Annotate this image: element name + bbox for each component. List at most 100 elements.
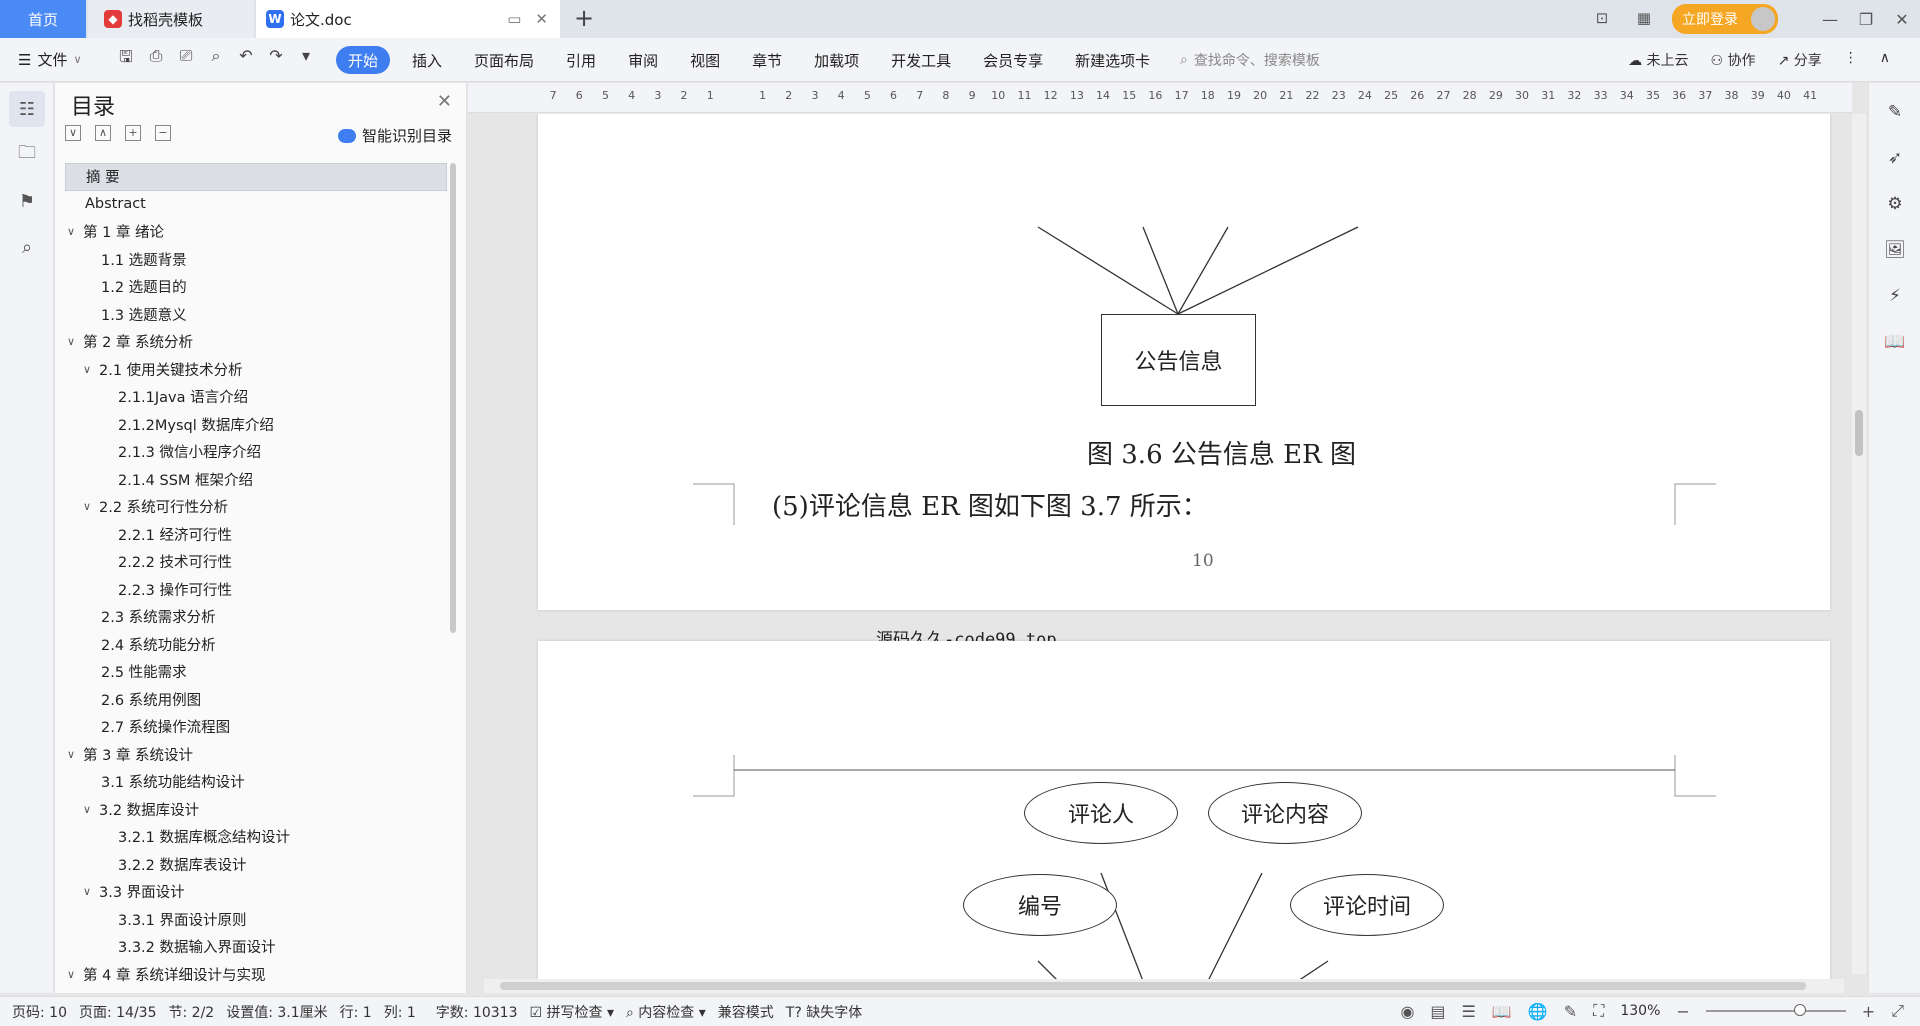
cloud-status-button[interactable]: ☁ 未上云	[1628, 50, 1688, 70]
image-edit-icon[interactable]: 🖼	[1880, 235, 1910, 265]
zoom-out-icon[interactable]: −	[1676, 1002, 1689, 1021]
redo-icon[interactable]: ↷	[266, 46, 286, 73]
remove-item-icon[interactable]: −	[155, 125, 171, 141]
toc-item[interactable]: 2.2.1 经济可行性	[65, 521, 447, 549]
file-menu[interactable]: ☰ 文件 ∨	[0, 49, 106, 70]
toc-item[interactable]: ∨ 2.2 系统可行性分析	[65, 493, 447, 521]
undo-icon[interactable]: ↶	[236, 46, 256, 73]
export-pdf-icon[interactable]: ⎙	[146, 46, 166, 73]
toc-item[interactable]: 3.2.1 数据库概念结构设计	[65, 823, 447, 851]
toc-item[interactable]: Abstract	[65, 191, 447, 219]
settings-sliders-icon[interactable]: ⚙	[1880, 189, 1910, 219]
plugin-icon[interactable]: ⚡	[1880, 281, 1910, 311]
print-preview-icon[interactable]: ⌕	[206, 46, 226, 73]
zoom-level[interactable]: 130%	[1620, 1003, 1660, 1019]
toc-item[interactable]: 2.2.2 技术可行性	[65, 548, 447, 576]
toc-item[interactable]: 摘 要	[65, 163, 447, 191]
chevron-down-icon[interactable]: ∨	[67, 968, 83, 981]
customize-icon[interactable]: ▾	[296, 46, 316, 73]
toc-item[interactable]: 3.1 系统功能结构设计	[65, 768, 447, 796]
toc-item[interactable]: ∨ 第 4 章 系统详细设计与实现	[65, 961, 447, 989]
spell-check-button[interactable]: ☑ 拼写检查 ▾	[530, 1002, 615, 1022]
minimize-icon[interactable]: —	[1812, 10, 1848, 29]
horizontal-scroll-thumb[interactable]	[500, 982, 1806, 990]
ribbon-tab-2[interactable]: 页面布局	[458, 46, 550, 74]
toc-item[interactable]: 2.1.1Java 语言介绍	[65, 383, 447, 411]
layout-icon[interactable]: ⊡	[1588, 9, 1616, 29]
ribbon-tab-9[interactable]: 会员专享	[967, 46, 1059, 74]
chapter-nav-icon[interactable]: 🗀	[9, 137, 45, 173]
toc-item[interactable]: 1.3 选题意义	[65, 301, 447, 329]
chevron-down-icon[interactable]: ∨	[83, 363, 99, 376]
zoom-slider[interactable]	[1705, 1004, 1846, 1016]
toc-item[interactable]: ∨ 2.1 使用关键技术分析	[65, 356, 447, 384]
search-panel-icon[interactable]: ⌕	[9, 229, 45, 265]
apps-grid-icon[interactable]: ▦	[1630, 9, 1658, 29]
toc-item[interactable]: ∨ 第 1 章 绪论	[65, 218, 447, 246]
document-page-next[interactable]: 评论人 评论内容 编号 评论时间	[538, 641, 1830, 979]
toc-item[interactable]: 3.2.2 数据库表设计	[65, 851, 447, 879]
vertical-scroll-thumb[interactable]	[1855, 410, 1863, 456]
more-icon[interactable]: ⋮	[1844, 50, 1858, 70]
ribbon-tab-3[interactable]: 引用	[550, 46, 612, 74]
pin-tab-icon[interactable]: ▭	[507, 10, 521, 28]
select-cursor-icon[interactable]: ➶	[1880, 143, 1910, 173]
ribbon-tab-8[interactable]: 开发工具	[875, 46, 967, 74]
eye-protect-icon[interactable]: ◉	[1400, 1002, 1414, 1021]
book-icon[interactable]: 📖	[1880, 327, 1910, 357]
status-words[interactable]: 字数: 10313	[436, 1002, 518, 1022]
toc-item[interactable]: 3.3.2 数据输入界面设计	[65, 933, 447, 961]
write-mode-icon[interactable]: ✎	[1564, 1002, 1577, 1021]
chevron-down-icon[interactable]: ∨	[83, 803, 99, 816]
toc-item[interactable]: 2.4 系统功能分析	[65, 631, 447, 659]
close-icon[interactable]: ✕	[437, 91, 452, 112]
ribbon-tab-1[interactable]: 插入	[396, 46, 458, 74]
missing-font-button[interactable]: T? 缺失字体	[786, 1002, 862, 1022]
toc-item[interactable]: 2.7 系统操作流程图	[65, 713, 447, 741]
collapse-all-icon[interactable]: ∨	[65, 125, 81, 141]
smart-toc-button[interactable]: 智能识别目录	[337, 125, 452, 146]
tab-home[interactable]: 首页	[0, 0, 86, 38]
toc-item[interactable]: 2.1.2Mysql 数据库介绍	[65, 411, 447, 439]
zoom-in-icon[interactable]: +	[1862, 1002, 1875, 1021]
tab-document[interactable]: W 论文.doc ▭ ✕	[256, 0, 560, 38]
vertical-scrollbar[interactable]	[1852, 114, 1866, 974]
chevron-down-icon[interactable]: ∨	[67, 748, 83, 761]
ribbon-tab-5[interactable]: 视图	[674, 46, 736, 74]
toc-item[interactable]: ∨ 第 3 章 系统设计	[65, 741, 447, 769]
print-icon[interactable]: ⎚	[176, 46, 196, 73]
collab-button[interactable]: ⚇ 协作	[1711, 50, 1756, 70]
tab-daoke[interactable]: ◆ 找稻壳模板	[88, 0, 254, 38]
toc-item[interactable]: 2.6 系统用例图	[65, 686, 447, 714]
chevron-down-icon[interactable]: ∨	[67, 335, 83, 348]
reading-view-icon[interactable]: 📖	[1492, 1002, 1512, 1021]
command-search[interactable]: ⌕ 查找命令、搜索模板	[1180, 50, 1320, 70]
close-window-icon[interactable]: ✕	[1884, 10, 1920, 29]
zoom-slider-knob[interactable]	[1793, 1004, 1806, 1016]
document-page[interactable]: 公告信息 图 3.6 公告信息 ER 图 (5)评论信息 ER 图如下图 3.7…	[538, 114, 1830, 650]
toc-scrollbar[interactable]	[450, 163, 456, 633]
toc-item[interactable]: 3.3.1 界面设计原则	[65, 906, 447, 934]
new-tab-button[interactable]: +	[574, 4, 594, 32]
toc-item[interactable]: 2.2.3 操作可行性	[65, 576, 447, 604]
ribbon-tab-0[interactable]: 开始	[336, 46, 391, 74]
horizontal-ruler[interactable]: 7 6 5 4 3 2 1 1 2 3 4 5 6 7 8 9 10 11 12 13 14 15 16 17 18 19 20 21…	[468, 83, 1852, 113]
save-icon[interactable]: 🖫	[116, 46, 136, 73]
document-canvas[interactable]: 公告信息 图 3.6 公告信息 ER 图 (5)评论信息 ER 图如下图 3.7…	[468, 114, 1852, 979]
horizontal-scrollbar[interactable]	[484, 979, 1844, 993]
toc-item[interactable]: ∨ 3.3 界面设计	[65, 878, 447, 906]
share-button[interactable]: ↗ 分享	[1778, 50, 1822, 70]
content-check-button[interactable]: ⌕ 内容检查 ▾	[626, 1002, 706, 1022]
toc-item[interactable]: 2.3 系统需求分析	[65, 603, 447, 631]
outline-view-icon[interactable]: ☰	[1462, 1002, 1476, 1021]
expand-up-icon[interactable]: ∧	[95, 125, 111, 141]
chevron-down-icon[interactable]: ∨	[83, 885, 99, 898]
ribbon-tab-10[interactable]: 新建选项卡	[1059, 46, 1166, 74]
ribbon-tab-7[interactable]: 加载项	[798, 46, 875, 74]
chevron-down-icon[interactable]: ∨	[67, 225, 83, 238]
bookmark-icon[interactable]: ⚑	[9, 183, 45, 219]
pen-icon[interactable]: ✎	[1880, 97, 1910, 127]
close-tab-icon[interactable]: ✕	[535, 10, 548, 28]
chevron-down-icon[interactable]: ∨	[83, 500, 99, 513]
web-view-icon[interactable]: 🌐	[1528, 1002, 1548, 1021]
